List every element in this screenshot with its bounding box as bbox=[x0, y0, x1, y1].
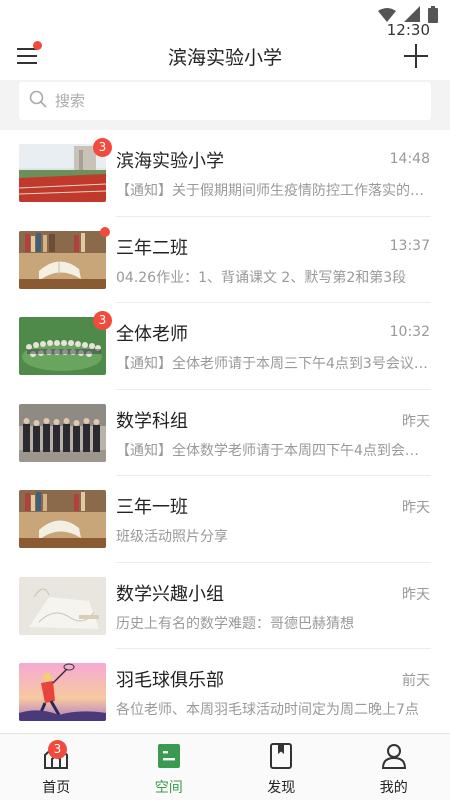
conversation-name: 羽毛球俱乐部 bbox=[116, 670, 224, 691]
group-avatar bbox=[19, 230, 106, 289]
plus-icon[interactable] bbox=[404, 44, 428, 68]
conversation-list: 3 滨海实验小学 14:48 【通知】关于假期期间师生疫情防控工作落实的通知 三… bbox=[0, 130, 450, 733]
conversation-name: 三年二班 bbox=[116, 237, 188, 259]
home-badge: 3 bbox=[48, 740, 67, 759]
list-item[interactable]: 数学兴趣小组 昨天 历史上有名的数学难题：哥德巴赫猜想 bbox=[0, 563, 450, 649]
search-bar[interactable] bbox=[19, 82, 431, 120]
group-avatar bbox=[19, 490, 106, 548]
conversation-preview: 班级活动照片分享 bbox=[116, 529, 228, 545]
conversation-name: 滨海实验小学 bbox=[116, 151, 224, 172]
group-avatar bbox=[19, 663, 106, 721]
conversation-name: 数学兴趣小组 bbox=[116, 583, 224, 605]
conversation-time: 昨天 bbox=[402, 413, 430, 430]
group-avatar bbox=[19, 144, 106, 202]
status-bar: 12:30 bbox=[0, 0, 450, 39]
conversation-preview: 04.26作业：1、背诵课文 2、默写第2和第3段 bbox=[116, 269, 407, 286]
conversation-preview: 【通知】关于假期期间师生疫情防控工作落实的通知 bbox=[116, 183, 431, 199]
conversation-time: 昨天 bbox=[402, 500, 430, 516]
conversation-name: 三年一班 bbox=[116, 497, 188, 518]
tab-home[interactable]: 3 首页 bbox=[0, 734, 113, 800]
discover-book-icon bbox=[269, 743, 293, 773]
page-title: 滨海实验小学 bbox=[167, 46, 282, 69]
group-avatar bbox=[19, 317, 106, 375]
bottom-nav: 3 首页 空间 发现 我的 bbox=[0, 733, 450, 800]
conversation-time: 14:48 bbox=[389, 151, 430, 167]
group-avatar bbox=[19, 576, 106, 635]
menu-notification-dot bbox=[33, 41, 42, 50]
search-bar-container bbox=[0, 80, 450, 130]
header: 滨海实验小学 bbox=[0, 32, 450, 80]
menu-icon[interactable] bbox=[17, 41, 42, 66]
conversation-name: 数学科组 bbox=[116, 410, 188, 432]
tab-label: 发现 bbox=[267, 780, 296, 796]
conversation-preview: 【通知】全体数学老师请于本周四下午4点到会议室 bbox=[116, 442, 431, 459]
search-input[interactable] bbox=[55, 92, 395, 110]
list-item[interactable]: 三年二班 13:37 04.26作业：1、背诵课文 2、默写第2和第3段 bbox=[0, 217, 450, 303]
tab-label: 我的 bbox=[379, 780, 408, 796]
conversation-time: 昨天 bbox=[402, 586, 430, 603]
tab-space[interactable]: 空间 bbox=[113, 734, 226, 800]
search-icon bbox=[29, 90, 47, 112]
group-avatar bbox=[19, 403, 106, 462]
conversation-preview: 【通知】全体老师请于本周三下午4点到3号会议室开会 bbox=[116, 356, 431, 372]
list-item[interactable]: 数学科组 昨天 【通知】全体数学老师请于本周四下午4点到会议室 bbox=[0, 390, 450, 476]
profile-icon bbox=[381, 743, 407, 773]
conversation-time: 前天 bbox=[402, 673, 430, 689]
conversation-time: 13:37 bbox=[389, 237, 430, 254]
space-icon bbox=[157, 743, 181, 773]
list-item[interactable]: 3 全体老师 10:32 【通知】全体老师请于本周三下午4点到3号会议室开会 bbox=[0, 303, 450, 390]
tab-label: 空间 bbox=[154, 780, 183, 796]
conversation-name: 全体老师 bbox=[116, 324, 188, 345]
tab-discover[interactable]: 发现 bbox=[225, 734, 338, 800]
list-item[interactable]: 3 滨海实验小学 14:48 【通知】关于假期期间师生疫情防控工作落实的通知 bbox=[0, 130, 450, 217]
unread-badge: 3 bbox=[93, 138, 112, 157]
conversation-time: 10:32 bbox=[389, 324, 430, 340]
list-item[interactable]: 三年一班 昨天 班级活动照片分享 bbox=[0, 476, 450, 563]
list-item[interactable]: 羽毛球俱乐部 前天 各位老师、本周羽毛球活动时间定为周二晚上7点 bbox=[0, 649, 450, 733]
tab-profile[interactable]: 我的 bbox=[338, 734, 450, 800]
conversation-preview: 各位老师、本周羽毛球活动时间定为周二晚上7点 bbox=[116, 702, 419, 718]
tab-label: 首页 bbox=[42, 780, 71, 796]
conversation-preview: 历史上有名的数学难题：哥德巴赫猜想 bbox=[116, 615, 354, 632]
unread-badge: 3 bbox=[93, 311, 112, 330]
unread-dot bbox=[100, 226, 110, 237]
